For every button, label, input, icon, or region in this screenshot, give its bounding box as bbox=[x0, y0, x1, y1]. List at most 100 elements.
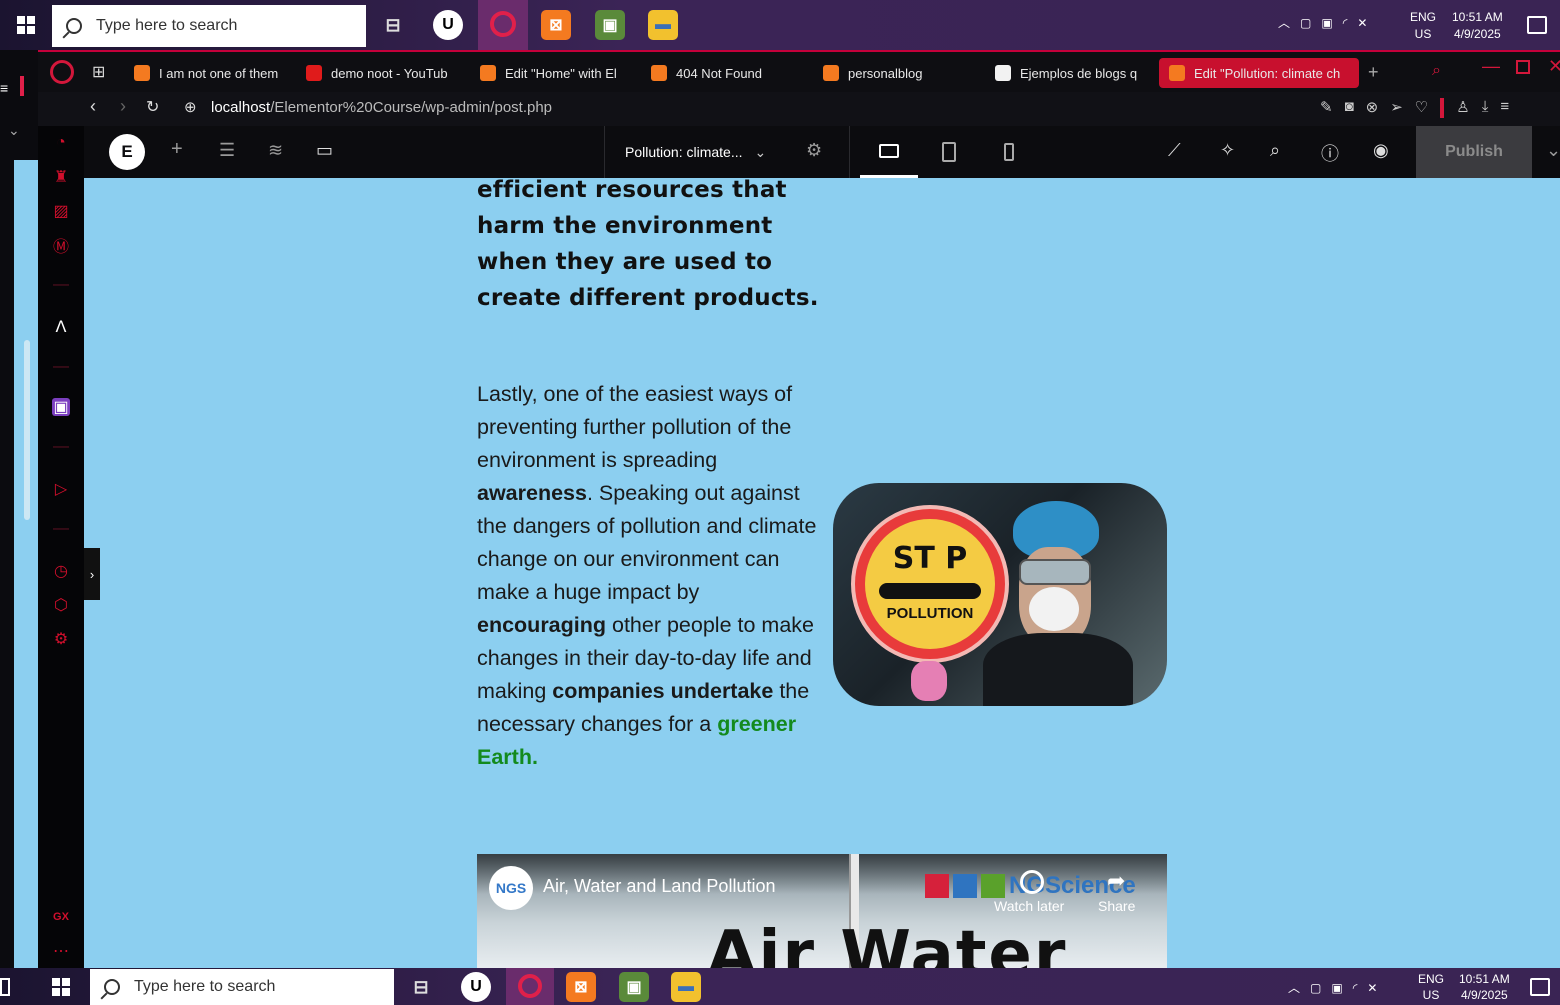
taskbar-search-box[interactable]: Type here to search bbox=[90, 969, 394, 1005]
structure-icon[interactable]: ≋ bbox=[268, 140, 283, 161]
tab-search-icon[interactable]: ⌕ bbox=[1432, 62, 1441, 80]
chevron-up-icon[interactable]: ︿ bbox=[1288, 979, 1300, 996]
share-label[interactable]: Share bbox=[1098, 898, 1135, 914]
muted-speaker-icon[interactable]: ✕ bbox=[1367, 981, 1377, 995]
elementor-logo-icon[interactable]: E bbox=[109, 134, 145, 170]
add-element-icon[interactable]: + bbox=[171, 138, 183, 161]
notifications-icon[interactable] bbox=[1530, 978, 1550, 996]
file-explorer-icon[interactable]: ▬ bbox=[648, 10, 678, 40]
site-settings-icon[interactable]: ☰ bbox=[219, 140, 235, 161]
scrollbar-thumb[interactable] bbox=[24, 340, 30, 520]
ngs-channel-logo[interactable]: NGS bbox=[489, 866, 533, 910]
notes-icon[interactable]: ▭ bbox=[316, 140, 333, 161]
desktop-view-button[interactable] bbox=[860, 126, 918, 178]
tab-edit-pollution-active[interactable]: Edit "Pollution: climate ch bbox=[1159, 58, 1359, 88]
send-icon[interactable]: ➢ bbox=[1390, 98, 1403, 118]
speed-dial-icon[interactable]: ◔ bbox=[52, 134, 70, 152]
extensions-icon[interactable]: ⬡ bbox=[52, 596, 70, 614]
settings-icon[interactable]: ⚙ bbox=[52, 630, 70, 648]
windows-start-button[interactable] bbox=[0, 0, 52, 50]
menu-icon[interactable]: ≡ bbox=[0, 80, 8, 96]
tab-edit-home[interactable]: Edit "Home" with El bbox=[480, 58, 630, 88]
publish-button[interactable]: Publish bbox=[1416, 126, 1532, 178]
notifications-icon[interactable] bbox=[1527, 16, 1547, 34]
taskbar-search-box[interactable]: Type here to search bbox=[52, 5, 366, 47]
watch-later-label[interactable]: Watch later bbox=[994, 898, 1064, 914]
unreal-engine-icon[interactable]: U bbox=[461, 972, 491, 1002]
url-field[interactable]: localhost/Elementor%20Course/wp-admin/po… bbox=[211, 99, 552, 116]
profile-icon[interactable]: ♙ bbox=[1456, 98, 1469, 118]
page-settings-icon[interactable]: ⚙ bbox=[806, 140, 822, 161]
app-icon[interactable]: ᐱ bbox=[52, 318, 70, 336]
xampp-icon[interactable]: ⊠ bbox=[541, 10, 571, 40]
player-icon[interactable]: ▷ bbox=[52, 480, 70, 498]
notification-edge-icon[interactable] bbox=[0, 978, 10, 996]
file-explorer-icon[interactable]: ▬ bbox=[671, 972, 701, 1002]
publish-options-icon[interactable]: ⌄ bbox=[1546, 140, 1560, 161]
stop-pollution-photo[interactable]: ST P POLLUTION bbox=[833, 483, 1167, 706]
restore-icon[interactable] bbox=[1516, 60, 1530, 74]
youtube-video-embed[interactable]: NGS Air, Water and Land Pollution NGScie… bbox=[477, 854, 1167, 968]
search-icon[interactable]: ⌕ bbox=[1270, 140, 1280, 161]
minecraft-icon[interactable]: ▣ bbox=[595, 10, 625, 40]
more-icon[interactable]: ⋯ bbox=[52, 942, 70, 960]
snapshot-icon[interactable]: ◙ bbox=[1345, 98, 1354, 118]
taskbar-opera-active[interactable] bbox=[506, 968, 554, 1005]
new-tab-icon[interactable]: + bbox=[1368, 62, 1379, 83]
xampp-icon[interactable]: ⊠ bbox=[566, 972, 596, 1002]
tab-islands-icon[interactable]: ⊞ bbox=[92, 62, 105, 82]
muted-speaker-icon[interactable]: ✕ bbox=[1357, 16, 1367, 30]
tab-i-am-not-one-of-them[interactable]: I am not one of them bbox=[134, 58, 294, 88]
heart-icon[interactable]: ♡ bbox=[1415, 98, 1428, 118]
windows-start-button[interactable] bbox=[52, 978, 70, 996]
mobile-view-button[interactable] bbox=[980, 126, 1038, 178]
messenger-icon[interactable]: Ⓜ bbox=[52, 236, 70, 256]
adblock-icon[interactable]: ⊗ bbox=[1366, 98, 1379, 118]
share-icon[interactable]: ➦ bbox=[1107, 868, 1125, 894]
task-view-icon[interactable]: ⊟ bbox=[406, 972, 436, 1002]
history-icon[interactable]: ◷ bbox=[52, 562, 70, 580]
rocket-icon[interactable]: ⟋ bbox=[1168, 140, 1181, 161]
tablet-view-button[interactable] bbox=[920, 126, 978, 178]
reload-icon[interactable]: ↻ bbox=[146, 97, 159, 117]
chevron-down-icon[interactable]: ⌄ bbox=[8, 122, 20, 139]
tab-404-not-found[interactable]: 404 Not Found bbox=[651, 58, 801, 88]
clock-icon[interactable] bbox=[1020, 870, 1044, 894]
video-title[interactable]: Air, Water and Land Pollution bbox=[543, 876, 775, 897]
wifi-icon[interactable]: ◜ bbox=[1343, 16, 1348, 30]
edit-icon[interactable]: ✎ bbox=[1320, 98, 1333, 118]
scrollbar-track[interactable] bbox=[14, 160, 38, 968]
tab-personalblog[interactable]: personalblog bbox=[823, 58, 973, 88]
minecraft-icon[interactable]: ▣ bbox=[619, 972, 649, 1002]
awareness-paragraph[interactable]: Lastly, one of the easiest ways of preve… bbox=[477, 378, 827, 774]
meet-icon[interactable]: ▢ bbox=[1310, 981, 1321, 995]
display-icon[interactable]: ▣ bbox=[1321, 16, 1332, 30]
tab-demo-noot[interactable]: demo noot - YouTub bbox=[306, 58, 456, 88]
forward-icon[interactable]: › bbox=[120, 96, 126, 117]
back-icon[interactable]: ‹ bbox=[90, 96, 96, 117]
download-icon[interactable]: ⤓ bbox=[1482, 98, 1489, 118]
panel-expand-toggle[interactable]: › bbox=[84, 548, 100, 600]
gx-icon[interactable]: GX bbox=[52, 908, 70, 926]
task-view-icon[interactable]: ⊟ bbox=[378, 10, 408, 40]
chevron-up-icon[interactable]: ︿ bbox=[1278, 14, 1290, 31]
close-icon[interactable]: ✕ bbox=[1548, 56, 1560, 77]
workspace-icon[interactable]: ▨ bbox=[52, 202, 70, 220]
language-indicator[interactable]: ENG US bbox=[1410, 9, 1436, 43]
minimize-icon[interactable]: — bbox=[1482, 56, 1500, 77]
clock[interactable]: 10:51 AM 4/9/2025 bbox=[1459, 971, 1510, 1003]
clock[interactable]: 10:51 AM 4/9/2025 bbox=[1452, 9, 1503, 43]
meet-icon[interactable]: ▢ bbox=[1300, 16, 1311, 30]
wifi-icon[interactable]: ◜ bbox=[1353, 981, 1358, 995]
tab-ejemplos-de-blogs[interactable]: Ejemplos de blogs q bbox=[995, 58, 1145, 88]
ai-assistant-icon[interactable]: ♜ bbox=[52, 168, 70, 186]
preview-icon[interactable]: ◉ bbox=[1373, 140, 1389, 161]
taskbar-opera-active[interactable] bbox=[478, 0, 528, 50]
display-icon[interactable]: ▣ bbox=[1331, 981, 1342, 995]
site-info-icon[interactable]: ⊕ bbox=[184, 98, 197, 116]
unreal-engine-icon[interactable]: U bbox=[433, 10, 463, 40]
bold-heading[interactable]: efficient resources that harm the enviro… bbox=[477, 178, 837, 316]
menu-icon[interactable]: ≡ bbox=[1500, 98, 1509, 118]
help-icon[interactable]: ⓘ bbox=[1321, 140, 1339, 166]
ai-sparkle-icon[interactable]: ✧ bbox=[1220, 140, 1235, 161]
